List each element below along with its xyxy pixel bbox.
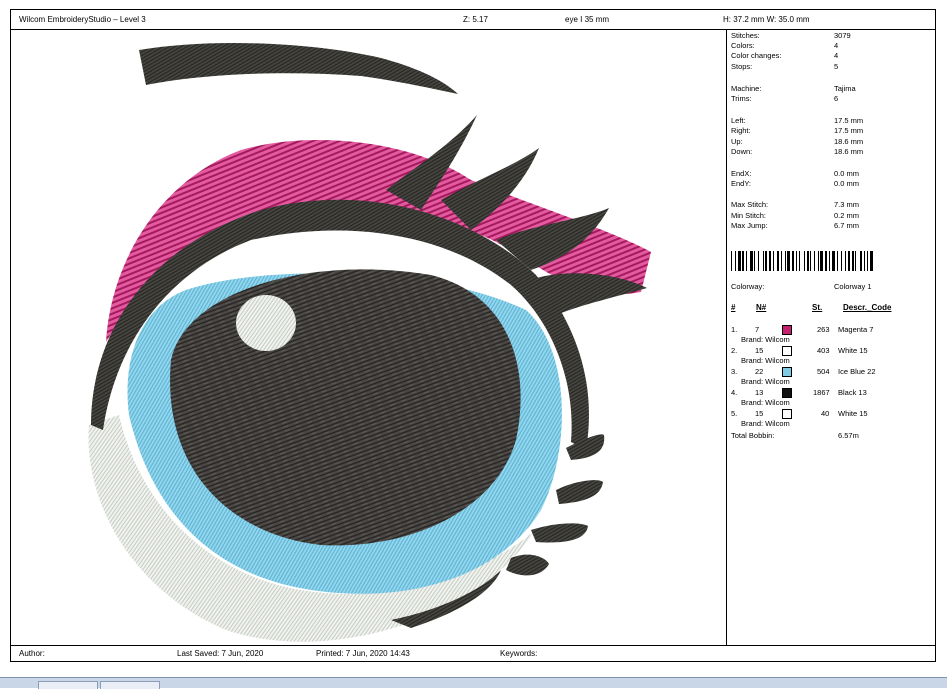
barcode-bar <box>754 251 755 271</box>
barcode-bar <box>735 251 736 271</box>
pupil-highlight <box>236 295 296 351</box>
color-swatch <box>782 388 792 398</box>
col-header-needle: N# <box>756 303 767 312</box>
stat-row: Max Stitch: 7.3 mm <box>731 200 860 209</box>
color-row: 2. 15 403 White 15 Brand: Wilcom <box>731 346 868 365</box>
stat-row: Down: 18.6 mm <box>731 147 864 156</box>
keywords-label: Keywords: <box>500 649 538 658</box>
author-label: Author: <box>19 649 45 658</box>
barcode-bar <box>848 251 850 271</box>
barcode-bar <box>773 251 774 271</box>
stat-row: Up: 18.6 mm <box>731 137 864 146</box>
barcode-bar <box>852 251 854 271</box>
colorway-row: Colorway: Colorway 1 <box>731 282 872 291</box>
taskbar-button[interactable] <box>100 681 160 689</box>
barcode-bar <box>867 251 868 271</box>
pupil <box>170 269 521 546</box>
color-swatch <box>782 325 792 335</box>
stat-row: Right: 17.5 mm <box>731 126 864 135</box>
printed-date: Printed: 7 Jun, 2020 14:43 <box>316 649 410 658</box>
barcode-bar <box>738 251 741 271</box>
stat-row: EndY: 0.0 mm <box>731 179 860 188</box>
stat-row: Stitches: 3079 <box>731 31 851 40</box>
design-info-panel: Stitches: 3079 Colors: 4 Color changes: 4 S… <box>727 30 935 645</box>
stat-row: Trims: 6 <box>731 94 839 103</box>
barcode-bar <box>787 251 790 271</box>
color-row: 5. 15 40 White 15 Brand: Wilcom <box>731 409 868 428</box>
design-dimensions: H: 37.2 mm W: 35.0 mm <box>723 15 810 24</box>
stat-row: Left: 17.5 mm <box>731 116 864 125</box>
color-swatch <box>782 346 792 356</box>
stat-row: Stops: 5 <box>731 62 839 71</box>
color-row: 1. 7 263 Magenta 7 Brand: Wilcom <box>731 325 874 344</box>
taskbar <box>0 677 947 689</box>
footer-bar: Author: Last Saved: 7 Jun, 2020 Printed:… <box>11 645 935 662</box>
barcode-bar <box>746 251 747 271</box>
barcode-bar <box>820 251 823 271</box>
taskbar-button[interactable] <box>38 681 98 689</box>
stat-row: Max Jump: 6.7 mm <box>731 221 860 230</box>
barcode-bar <box>837 251 838 271</box>
barcode-bar <box>750 251 753 271</box>
barcode-bar <box>769 251 771 271</box>
col-header-description: Descr._Code <box>843 303 892 312</box>
barcode-bar <box>818 251 819 271</box>
barcode-bar <box>841 251 842 271</box>
color-row: 3. 22 504 Ice Blue 22 Brand: Wilcom <box>731 367 876 386</box>
barcode-bar <box>864 251 865 271</box>
barcode-bar <box>763 251 764 271</box>
barcode <box>731 251 874 271</box>
last-saved: Last Saved: 7 Jun, 2020 <box>177 649 264 658</box>
barcode-bar <box>777 251 779 271</box>
barcode-bar <box>807 251 809 271</box>
app-title: Wilcom EmbroideryStudio – Level 3 <box>19 15 146 24</box>
design-name: eye I 35 mm <box>565 15 610 24</box>
color-swatch <box>782 367 792 377</box>
stat-row: EndX: 0.0 mm <box>731 169 860 178</box>
col-header-stitches: St. <box>812 303 823 312</box>
eye-embroidery-artwork <box>88 43 651 642</box>
print-preview-sheet: Wilcom EmbroideryStudio – Level 3 Z: 5.1… <box>10 9 936 662</box>
barcode-bar <box>799 251 800 271</box>
barcode-bar <box>845 251 846 271</box>
header-bar: Wilcom EmbroideryStudio – Level 3 Z: 5.1… <box>11 10 935 30</box>
barcode-bar <box>785 251 786 271</box>
barcode-bar <box>792 251 794 271</box>
barcode-bar <box>731 251 732 271</box>
stat-row: Color changes: 4 <box>731 51 839 60</box>
barcode-bar <box>860 251 862 271</box>
color-swatch <box>782 409 792 419</box>
barcode-bar <box>855 251 856 271</box>
barcode-bar <box>825 251 827 271</box>
stat-row: Colors: 4 <box>731 41 839 50</box>
col-header-index: # <box>731 303 736 312</box>
barcode-bar <box>810 251 811 271</box>
barcode-bar <box>870 251 873 271</box>
barcode-bar <box>804 251 805 271</box>
barcode-bar <box>814 251 815 271</box>
stat-row: Machine: Tajima <box>731 84 856 93</box>
barcode-bar <box>765 251 767 271</box>
barcode-bar <box>758 251 759 271</box>
total-bobbin-row: Total Bobbin: 6.57m <box>731 431 859 440</box>
barcode-bar <box>796 251 797 271</box>
embroidery-design-area <box>11 30 727 645</box>
zoom-level: Z: 5.17 <box>463 15 488 24</box>
barcode-bar <box>832 251 835 271</box>
color-row: 4. 13 1867 Black 13 Brand: Wilcom <box>731 388 867 407</box>
barcode-bar <box>742 251 744 271</box>
barcode-bar <box>781 251 782 271</box>
barcode-bar <box>829 251 830 271</box>
eyebrow <box>139 43 458 94</box>
stat-row: Min Stitch: 0.2 mm <box>731 211 860 220</box>
